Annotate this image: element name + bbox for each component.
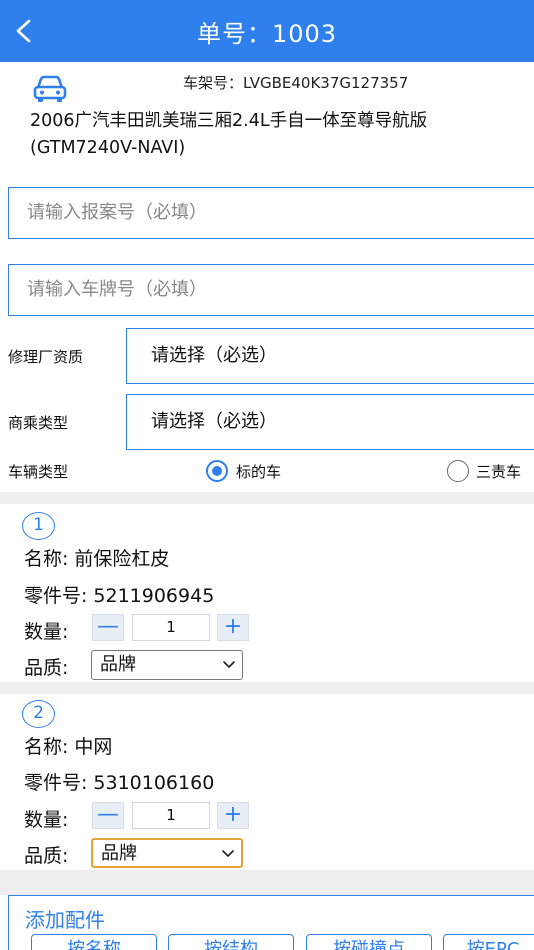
part-code-value: 5211906945 [93, 585, 215, 607]
vehicle-info: 车架号：LVGBE40K37G127357 [30, 72, 510, 106]
decrement-button[interactable]: — [92, 614, 124, 641]
vin-number: 车架号：LVGBE40K37G127357 [183, 74, 409, 92]
part-card: 1 名称: 前保险杠皮 零件号: 5211906945 数量: — 1 + 品质: … [0, 504, 534, 682]
vehicle-model: 2006广汽丰田凯美瑞三厢2.4L手自一体至尊导航版(GTM7240V-NAVI… [30, 111, 428, 158]
quantity-stepper: — 1 + [92, 802, 252, 830]
add-by-collision-point-button[interactable]: 按碰撞点 [306, 934, 432, 950]
add-parts-title: 添加配件 [25, 908, 105, 932]
part-code-label: 零件号: [24, 772, 88, 794]
increment-button[interactable]: + [217, 614, 249, 641]
part-code-label: 零件号: [24, 585, 88, 607]
part-code-row: 零件号: 5211906945 [24, 581, 214, 608]
part-name-label: 名称: [24, 736, 69, 758]
quantity-input[interactable]: 1 [132, 802, 210, 829]
section-divider [0, 870, 534, 895]
radio-subject-vehicle-label[interactable]: 标的车 [236, 461, 281, 482]
chevron-down-icon [222, 850, 234, 857]
quality-select[interactable]: 品牌 [91, 838, 243, 868]
part-name-row: 名称: 前保险杠皮 [24, 544, 169, 571]
business-type-label: 商乘类型 [8, 414, 69, 432]
decrement-button[interactable]: — [92, 802, 124, 829]
report-number-input[interactable]: 请输入报案号（必填） [8, 187, 534, 239]
part-quality-label: 品质: [24, 845, 69, 867]
part-name-label: 名称: [24, 548, 69, 570]
part-name-value: 中网 [74, 736, 113, 758]
vehicle-type-group: 车辆类型 标的车 三责车 [8, 458, 534, 486]
part-quality-label: 品质: [24, 657, 69, 679]
vehicle-type-label: 车辆类型 [8, 463, 69, 481]
quality-value: 品牌 [100, 654, 136, 675]
car-icon [33, 75, 67, 102]
part-index-badge: 2 [22, 700, 55, 728]
repair-shop-label: 修理厂资质 [8, 348, 84, 366]
part-card: 2 名称: 中网 零件号: 5310106160 数量: — 1 + 品质: 品牌 [0, 692, 534, 870]
page-title: 单号：1003 [196, 20, 338, 48]
section-divider [0, 492, 534, 504]
part-qty-label: 数量: [24, 621, 69, 643]
radio-third-party-vehicle-label[interactable]: 三责车 [476, 461, 521, 482]
part-name-value: 前保险杠皮 [74, 548, 170, 570]
part-code-row: 零件号: 5310106160 [24, 768, 214, 795]
add-by-structure-button[interactable]: 按结构 [168, 934, 294, 950]
top-bar: 单号：1003 [0, 0, 534, 62]
quality-value: 品牌 [101, 843, 137, 864]
quantity-input[interactable]: 1 [132, 614, 210, 641]
quality-select[interactable]: 品牌 [91, 650, 243, 680]
radio-third-party-vehicle[interactable] [447, 460, 469, 482]
add-by-epc-button[interactable]: 按EPC [443, 934, 534, 950]
quantity-stepper: — 1 + [92, 614, 252, 642]
part-index-badge: 1 [22, 512, 55, 540]
plate-number-input[interactable]: 请输入车牌号（必填） [8, 264, 534, 316]
add-by-name-button[interactable]: 按名称 [31, 934, 157, 950]
part-code-value: 5310106160 [93, 772, 215, 794]
part-name-row: 名称: 中网 [24, 732, 112, 759]
add-parts-panel: 添加配件 按名称 按结构 按碰撞点 按EPC [8, 895, 534, 950]
repair-shop-select[interactable]: 请选择（必选） [126, 328, 534, 384]
part-qty-label: 数量: [24, 809, 69, 831]
increment-button[interactable]: + [217, 802, 249, 829]
chevron-down-icon [223, 661, 235, 668]
business-type-select[interactable]: 请选择（必选） [126, 394, 534, 450]
radio-subject-vehicle[interactable] [206, 460, 228, 482]
